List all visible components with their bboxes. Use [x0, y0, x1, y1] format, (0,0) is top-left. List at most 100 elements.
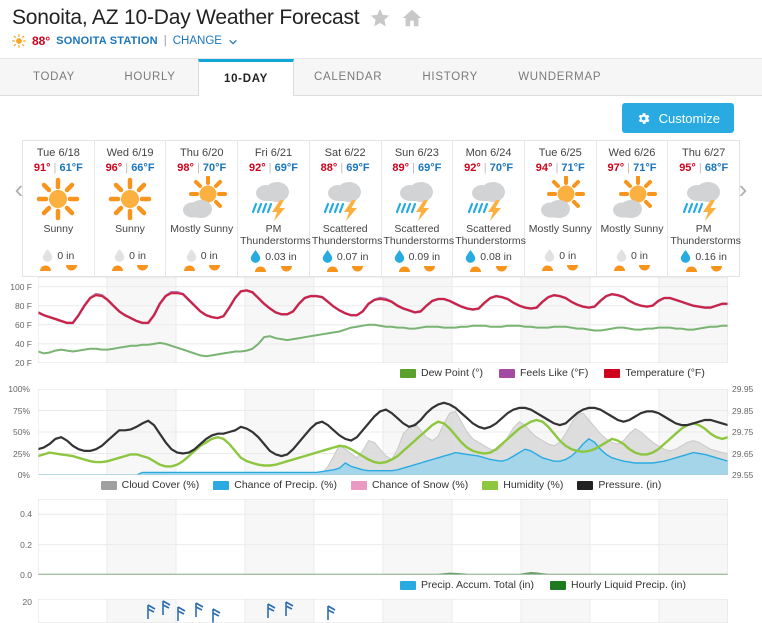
- day-condition: Scattered Thunderstorms: [383, 223, 455, 247]
- day-card[interactable]: Thu 6/27 95° | 68°F PM Thunderstorms 0.16 i…: [668, 141, 741, 276]
- raindrop-icon: [394, 250, 404, 263]
- day-high: 91°: [33, 162, 51, 174]
- legend-item[interactable]: Precip. Accum. Total (in): [400, 579, 534, 591]
- day-condition: Mostly Sunny: [528, 223, 592, 235]
- day-card[interactable]: Sat 6/22 88° | 69°F Scattered Thunderstorm…: [310, 141, 382, 276]
- legend-label: Pressure. (in): [598, 479, 662, 491]
- sunrise-icon: [613, 265, 625, 271]
- sunset-icon: [137, 265, 149, 271]
- legend-item[interactable]: Cloud Cover (%): [100, 479, 200, 491]
- legend-item[interactable]: Hourly Liquid Precip. (in): [550, 579, 686, 591]
- raindrop-empty-icon: [186, 249, 197, 262]
- tab-today[interactable]: TODAY: [6, 59, 102, 95]
- next-days-arrow[interactable]: ›: [732, 176, 754, 202]
- legend-item[interactable]: Feels Like (°F): [498, 367, 588, 379]
- legend-label: Temperature (°F): [625, 367, 705, 379]
- raindrop-icon: [250, 250, 261, 263]
- page-header: Sonoita, AZ 10-Day Weather Forecast 88° …: [0, 0, 762, 48]
- day-card[interactable]: Fri 6/21 92° | 69°F PM Thunderstorms 0.03 i…: [238, 141, 311, 276]
- temperature-legend: Dew Point (°) Feels Like (°F) Temperature …: [400, 367, 750, 379]
- conditions-plot: [38, 389, 728, 475]
- customize-button[interactable]: Customize: [621, 103, 734, 133]
- thunderstorm-icon: [240, 175, 307, 223]
- sun-times: [527, 262, 594, 272]
- legend-label: Chance of Precip. (%): [234, 479, 337, 491]
- day-date: Fri 6/21: [254, 147, 293, 159]
- day-precip-amount: 0.16 in: [695, 250, 727, 263]
- day-precip-amount: 0 in: [129, 249, 147, 262]
- day-temps: 91° | 61°F: [33, 162, 83, 174]
- prev-days-arrow[interactable]: ‹: [8, 176, 30, 202]
- tab-label: 10-DAY: [223, 73, 269, 85]
- tab-hourly[interactable]: HOURLY: [102, 59, 198, 95]
- sunset-icon: [208, 265, 220, 271]
- day-card[interactable]: Wed 6/26 97° | 71°F Mostly Sunny 0 in: [597, 141, 669, 276]
- sunny-icon: [25, 175, 92, 223]
- tab-10-day[interactable]: 10-DAY: [198, 59, 294, 96]
- sunset-icon: [495, 266, 507, 272]
- legend-item[interactable]: Chance of Precip. (%): [213, 479, 337, 491]
- day-temps: 98° | 70°F: [177, 162, 227, 174]
- legend-swatch: [100, 480, 117, 490]
- day-high: 96°: [105, 162, 123, 174]
- day-precip-amount: 0 in: [631, 249, 648, 262]
- tab-history[interactable]: HISTORY: [402, 59, 498, 95]
- home-icon[interactable]: [401, 7, 423, 29]
- day-date: Tue 6/18: [36, 147, 80, 159]
- tab-label: CALENDAR: [314, 71, 383, 83]
- legend-item[interactable]: Chance of Snow (%): [350, 479, 468, 491]
- thunderstorm-icon: [670, 175, 737, 223]
- legend-label: Cloud Cover (%): [121, 479, 200, 491]
- axis-tick-label: 25%: [12, 448, 30, 459]
- sun-times: [97, 262, 164, 272]
- axis-tick-label: 29.65: [732, 448, 754, 459]
- raindrop-empty-icon: [43, 249, 53, 262]
- chevron-down-icon[interactable]: [228, 37, 238, 47]
- day-high: 92°: [464, 162, 481, 174]
- legend-item[interactable]: Humidity (%): [482, 479, 563, 491]
- day-card[interactable]: Sun 6/23 89° | 69°F Scattered Thunderstorm…: [382, 141, 454, 276]
- day-high: 89°: [392, 162, 410, 174]
- sunset-icon: [352, 266, 364, 272]
- legend-item[interactable]: Pressure. (in): [577, 479, 661, 491]
- day-condition: Sunny: [115, 223, 145, 235]
- day-condition: PM Thunderstorms: [670, 223, 741, 247]
- day-card[interactable]: Mon 6/24 92° | 70°F Scattered Thunderstorm…: [453, 141, 526, 276]
- legend-label: Dew Point (°): [421, 367, 483, 379]
- sunny-icon: [97, 175, 164, 223]
- star-icon[interactable]: [369, 7, 391, 29]
- legend-item[interactable]: Temperature (°F): [604, 367, 705, 379]
- day-precip: 0 in: [599, 249, 666, 262]
- day-low: 70°F: [489, 162, 514, 174]
- axis-tick-label: 29.75: [732, 427, 754, 437]
- day-card[interactable]: Thu 6/20 98° | 70°F Mostly Sunny 0 in: [166, 141, 239, 276]
- legend-swatch: [482, 480, 499, 490]
- sunrise-icon: [470, 266, 482, 272]
- day-card[interactable]: Wed 6/19 96° | 66°F Sunny 0 in: [95, 141, 167, 276]
- sunrise-icon: [111, 265, 123, 271]
- temperature-plot: [38, 277, 728, 363]
- day-high: 95°: [679, 162, 696, 174]
- wind-plot: [38, 599, 728, 623]
- legend-label: Precip. Accum. Total (in): [421, 579, 535, 591]
- mostly-sunny-icon: [599, 175, 666, 223]
- day-card[interactable]: Tue 6/25 94° | 71°F Mostly Sunny 0 in: [525, 141, 597, 276]
- tab-wundermap[interactable]: WUNDERMAP: [498, 59, 621, 95]
- tab-calendar[interactable]: CALENDAR: [294, 59, 402, 95]
- legend-label: Humidity (%): [503, 479, 564, 491]
- customize-label: Customize: [658, 110, 720, 126]
- legend-swatch: [400, 580, 416, 590]
- legend-item[interactable]: Dew Point (°): [400, 367, 483, 379]
- sun-times: [240, 263, 307, 273]
- day-card[interactable]: Tue 6/18 91° | 61°F Sunny 0 in: [23, 141, 95, 276]
- day-condition: Scattered Thunderstorms: [311, 223, 383, 247]
- day-precip-amount: 0.07 in: [336, 250, 369, 263]
- axis-tick-label: 50%: [12, 427, 30, 437]
- day-low: 61°F: [59, 162, 83, 174]
- day-precip: 0.08 in: [455, 250, 522, 263]
- change-location-link[interactable]: CHANGE: [173, 35, 222, 47]
- station-name[interactable]: SONOITA STATION: [56, 35, 158, 47]
- day-precip: 0 in: [97, 249, 164, 262]
- sun-times: [168, 262, 235, 272]
- sunset-icon: [280, 266, 292, 272]
